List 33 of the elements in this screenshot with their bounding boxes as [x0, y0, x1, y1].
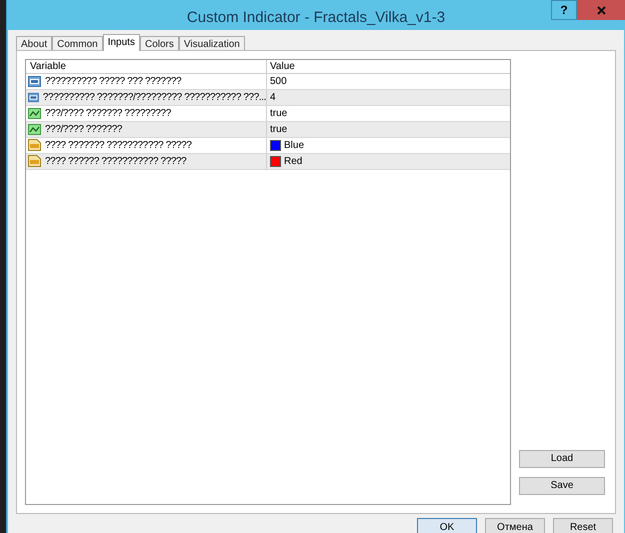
value-cell-text: Red: [284, 154, 302, 168]
variable-cell-text: ???? ?????? ??????????? ?????: [45, 154, 186, 168]
variable-cell-text: ?????????? ????? ??? ???????: [45, 74, 182, 88]
value-cell-text: true: [270, 106, 288, 120]
dialog-button[interactable]: Reset: [553, 518, 613, 533]
tab[interactable]: Common: [52, 36, 103, 50]
value-cell-text: true: [270, 122, 288, 136]
tab[interactable]: About: [16, 36, 52, 50]
variable-cell-text: ???/???? ??????? ?????????: [45, 106, 171, 120]
value-cell-text: 4: [270, 90, 276, 104]
close-icon: [596, 6, 606, 14]
variable-cell-text: ???? ??????? ??????????? ?????: [45, 138, 192, 152]
dialog-button[interactable]: OK: [417, 518, 477, 533]
document-icon: [28, 155, 41, 167]
chart-line-icon: [28, 108, 41, 118]
tab[interactable]: Inputs: [102, 34, 140, 50]
help-button[interactable]: ?: [551, 0, 577, 20]
tab[interactable]: Visualization: [178, 36, 245, 50]
dialog-button[interactable]: Отмена: [485, 518, 545, 533]
value-cell-text: Blue: [284, 138, 304, 152]
variable-cell-text: ?????????? ???????/????????? ??????????? ???...: [42, 90, 266, 104]
close-button[interactable]: [577, 0, 625, 20]
window-title: Custom Indicator - Fractals_Vilka_v1-3: [186, 8, 446, 28]
side-button[interactable]: Load: [519, 450, 605, 468]
chart-line-icon: [28, 124, 41, 134]
tab[interactable]: Colors: [140, 36, 179, 50]
value-cell-text: 500: [270, 74, 287, 88]
side-button[interactable]: Save: [519, 476, 605, 494]
variable-cell-text: ???/???? ???????: [45, 122, 122, 136]
column-header[interactable]: Value: [267, 60, 510, 72]
number-icon: [28, 92, 39, 102]
column-header[interactable]: Variable: [26, 60, 267, 72]
document-icon: [28, 139, 41, 151]
